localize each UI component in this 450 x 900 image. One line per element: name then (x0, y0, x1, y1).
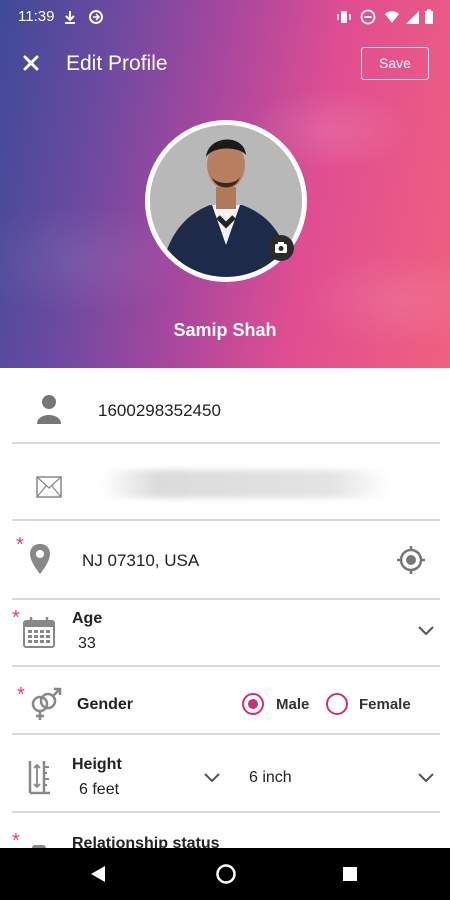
back-icon[interactable] (90, 865, 106, 883)
sync-icon (89, 10, 103, 24)
home-icon[interactable] (216, 864, 236, 884)
gender-male-radio[interactable] (242, 693, 264, 715)
location-row[interactable]: * NJ 07310, USA (12, 521, 440, 600)
gps-target-icon[interactable] (396, 545, 426, 575)
gender-female-label[interactable]: Female (359, 696, 411, 713)
age-label: Age (72, 610, 103, 627)
height-label: Height (72, 756, 122, 773)
inch-chevron-down-icon[interactable] (417, 772, 435, 784)
relationship-label: Relationship status (72, 835, 220, 848)
relationship-row[interactable]: * Relationship status (12, 813, 440, 848)
calendar-icon (23, 617, 55, 648)
gender-male-label[interactable]: Male (276, 696, 309, 713)
gender-label: Gender (77, 696, 134, 713)
battery-icon (425, 9, 433, 24)
height-icon (28, 761, 50, 795)
height-inch-value[interactable]: 6 inch (249, 769, 292, 787)
location-pin-icon (30, 544, 50, 574)
phone-value: 1600298352450 (98, 401, 221, 420)
status-bar: 11:39 (0, 0, 450, 34)
close-icon[interactable] (20, 52, 42, 74)
profile-header: 11:39 Edit Profile Save Samip Shah (0, 0, 450, 368)
profile-name: Samip Shah (173, 320, 277, 340)
height-feet-value[interactable]: 6 feet (79, 781, 119, 799)
recents-icon[interactable] (342, 866, 358, 882)
person-icon (37, 395, 61, 424)
required-marker: * (17, 684, 25, 706)
page-title: Edit Profile (66, 52, 168, 75)
change-photo-button[interactable] (268, 235, 294, 261)
chevron-down-icon[interactable] (417, 625, 435, 637)
phone-row[interactable]: 1600298352450 (12, 368, 440, 444)
system-nav-bar (0, 848, 450, 900)
camera-icon (275, 242, 287, 253)
mail-icon (36, 476, 62, 498)
wifi-icon (385, 11, 399, 23)
email-redacted (100, 470, 390, 498)
height-row: Height 6 feet 6 inch (12, 735, 440, 813)
required-marker: * (12, 830, 20, 848)
required-marker: * (16, 534, 24, 556)
dnd-icon (360, 9, 376, 25)
download-icon (65, 11, 75, 24)
save-button[interactable]: Save (361, 47, 429, 80)
status-time: 11:39 (18, 8, 55, 25)
location-value: NJ 07310, USA (82, 551, 200, 570)
gender-icon (31, 687, 62, 720)
age-row[interactable]: * Age 33 (12, 600, 440, 667)
age-value: 33 (78, 635, 96, 652)
required-marker: * (12, 607, 20, 629)
gender-row: * Gender Male Female (12, 667, 440, 735)
signal-icon (406, 11, 419, 24)
gender-female-radio[interactable] (326, 693, 348, 715)
feet-chevron-down-icon[interactable] (203, 772, 221, 784)
vibrate-icon (337, 11, 351, 23)
